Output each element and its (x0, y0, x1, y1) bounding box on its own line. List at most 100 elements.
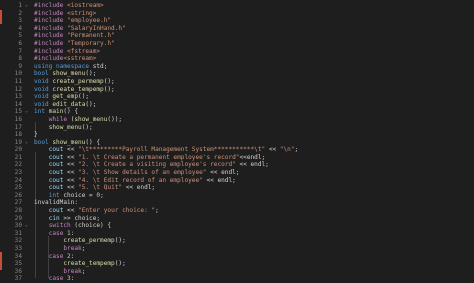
line-number: 28 (14, 207, 22, 215)
code-text: break; (34, 245, 85, 253)
code-token: #include (34, 39, 68, 47)
code-token: using (34, 62, 57, 70)
code-line[interactable]: 19 ⌄ bool show_menu() { (0, 139, 474, 147)
code-line[interactable]: 17 show_menu(); (0, 124, 474, 132)
code-token: (); (114, 260, 126, 268)
code-token: "2. \t Create a visiting employee's reco… (78, 161, 236, 169)
code-line[interactable]: 34 case 2: (0, 253, 474, 261)
code-token: : (70, 252, 75, 260)
code-token: : (70, 275, 75, 283)
code-line[interactable]: 16 while (show_menu()); (0, 116, 474, 124)
code-text: case 2: (34, 252, 75, 261)
code-token: show_menu (52, 70, 86, 78)
code-line[interactable]: 33 break; (0, 245, 474, 253)
code-token: (choice) { (74, 222, 112, 230)
code-line[interactable]: 6 #include "Temporary.h" (0, 40, 474, 48)
code-line[interactable]: 5 #include "Permanent.h" (0, 32, 474, 40)
code-line[interactable]: 4 #include "SalaryInHand.h" (0, 25, 474, 33)
code-line[interactable]: 3 #include "employee.h" (0, 17, 474, 25)
code-token: create_tempemp (52, 85, 104, 93)
code-text: #include <string> (34, 10, 96, 18)
code-token: cout (48, 161, 68, 169)
line-number: 8 (18, 55, 22, 63)
chevron-down-icon[interactable]: ⌄ (25, 222, 33, 230)
code-line[interactable]: 22 cout << "2. \t Create a visiting empl… (0, 161, 474, 169)
chevron-down-icon[interactable]: ⌄ (25, 139, 33, 147)
code-line[interactable]: 25 cout << "5. \t Quit" << endl; (0, 184, 474, 192)
code-text: #include "employee.h" (34, 17, 111, 25)
code-token: "employee.h" (67, 17, 112, 25)
code-token: : (70, 229, 75, 237)
line-number: 3 (18, 17, 22, 25)
code-token: create_tempemp (63, 260, 115, 268)
line-number: 14 (14, 100, 22, 108)
code-line[interactable]: 21 cout << "1. \t Create a permanent emp… (0, 154, 474, 162)
code-token: (); (85, 70, 97, 78)
code-token: "SalaryInHand.h" (67, 24, 126, 32)
code-line[interactable]: 15 ⌄ int main() { (0, 108, 474, 116)
code-token: () { (63, 108, 79, 116)
code-line[interactable]: 9 using namespace std; (0, 63, 474, 71)
code-editor[interactable]: 1 ⌄ #include <iostream> 2 #include <string> 3… (0, 0, 474, 282)
code-line[interactable]: 8 #include<sstream> (0, 55, 474, 63)
code-line[interactable]: 14 void edit_data(); (0, 101, 474, 109)
code-line[interactable]: 26 int choice = 0; (0, 192, 474, 200)
line-number: 1 (18, 2, 22, 9)
code-token: cin (48, 214, 64, 222)
code-token: bool (34, 138, 53, 146)
code-line[interactable]: 30 ⌄ switch (choice) { (0, 222, 474, 230)
code-token: case (48, 275, 68, 283)
chevron-down-icon[interactable]: ⌄ (25, 108, 33, 116)
code-token: invalidMain: (34, 199, 79, 207)
code-line[interactable]: 37 case 3: (0, 275, 474, 283)
code-line[interactable]: 2 #include <string> (0, 10, 474, 18)
code-token: "Temporary.h" (67, 39, 115, 47)
line-number: 27 (14, 199, 22, 207)
code-token: >> choice; (63, 214, 101, 222)
code-text: cout << "\t*********Payroll Management S… (34, 146, 299, 154)
code-token: break (63, 267, 82, 275)
code-text: #include "SalaryInHand.h" (34, 25, 126, 33)
code-text: using namespace std; (34, 63, 107, 71)
code-line[interactable]: 29 cin >> choice; (0, 215, 474, 223)
code-line[interactable]: 20 cout << "\t*********Payroll Managemen… (0, 146, 474, 154)
code-token: () { (85, 138, 101, 146)
code-token: #include (34, 55, 64, 63)
code-line[interactable]: 31 case 1: (0, 230, 474, 238)
code-token: create_permemp (52, 77, 104, 85)
code-token: <fstream> (67, 47, 101, 55)
code-line[interactable]: 18} (0, 131, 474, 139)
code-line[interactable]: 11 void create_permemp(); (0, 78, 474, 86)
code-token: "1. \t Create a permanent employee's rec… (78, 153, 240, 161)
code-text: switch (choice) { (34, 222, 111, 230)
line-number: 21 (14, 153, 22, 161)
code-text: cout << "5. \t Quit" << endl; (34, 184, 155, 192)
code-token: <iostream> (67, 2, 104, 9)
line-number: 11 (14, 77, 22, 85)
code-text: void edit_data(); (34, 101, 96, 109)
code-token: << (67, 161, 79, 169)
code-token: << (67, 146, 79, 154)
code-line[interactable]: 36 break; (0, 268, 474, 276)
code-line[interactable]: 32 create_permemp(); (0, 237, 474, 245)
code-line[interactable]: 13 void get_emp(); (0, 93, 474, 101)
code-line[interactable]: 7 #include <fstream> (0, 48, 474, 56)
code-line[interactable]: 10 bool show_menu(); (0, 70, 474, 78)
code-text: #include "Temporary.h" (34, 40, 115, 48)
code-line[interactable]: 24 cout << "4. \t Edit record of an empl… (0, 177, 474, 185)
line-number: 33 (14, 245, 22, 252)
code-line[interactable]: 12 void create_tempemp(); (0, 86, 474, 94)
code-token: show_menu (74, 115, 108, 123)
code-line[interactable]: 23 cout << "3. \t Show details of an emp… (0, 169, 474, 177)
code-line[interactable]: 1 ⌄ #include <iostream> (0, 2, 474, 10)
code-token: <<endl; (239, 153, 266, 161)
code-line[interactable]: 27 invalidMain: (0, 199, 474, 207)
code-line[interactable]: 28 cout << "Enter your choice: "; (0, 207, 474, 215)
code-text: cout << "Enter your choice: "; (34, 207, 159, 215)
code-line[interactable]: 35 create_tempemp(); (0, 260, 474, 268)
line-number: 12 (14, 85, 22, 93)
code-token: cout (48, 146, 68, 154)
code-token: "\n" (279, 146, 295, 154)
code-text: #include "Permanent.h" (34, 32, 115, 40)
chevron-down-icon[interactable]: ⌄ (25, 2, 33, 10)
